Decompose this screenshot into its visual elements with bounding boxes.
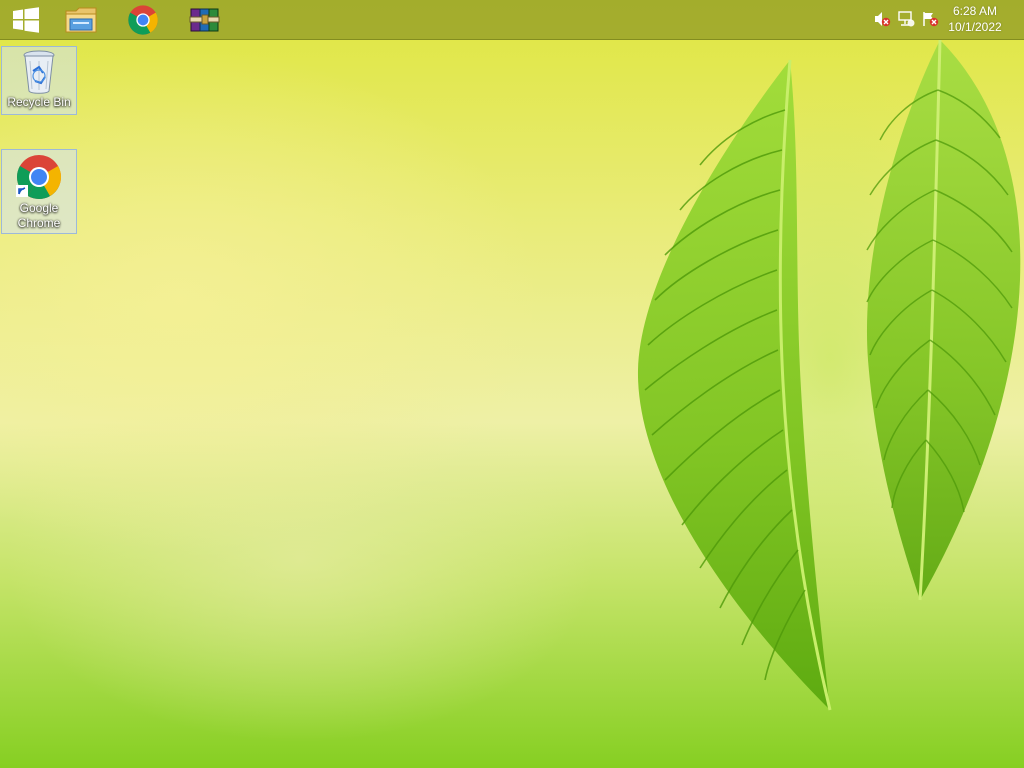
winrar-icon — [189, 8, 220, 32]
desktop-icon-google-chrome[interactable]: Google Chrome — [1, 149, 77, 234]
wallpaper-leaf-right — [866, 39, 1021, 601]
taskbar: 6:28 AM 10/1/2022 — [0, 0, 1024, 40]
desktop-icon-label: Google Chrome — [17, 201, 61, 230]
taskbar-file-explorer-button[interactable] — [55, 0, 107, 40]
chrome-shortcut-icon — [16, 155, 61, 199]
desktop-icon-label: Recycle Bin — [7, 95, 71, 109]
desktop-icon-recycle-bin[interactable]: Recycle Bin — [1, 46, 77, 115]
clock-time: 6:28 AM — [952, 4, 998, 18]
chrome-icon — [128, 5, 158, 35]
action-center-flag-icon[interactable] — [921, 10, 939, 28]
start-button[interactable] — [0, 0, 52, 40]
folder-icon — [65, 7, 97, 33]
windows-logo-icon — [13, 7, 39, 33]
speaker-muted-icon[interactable] — [873, 10, 891, 28]
taskbar-chrome-button[interactable] — [117, 0, 169, 40]
recycle-bin-icon — [23, 50, 55, 94]
wallpaper-leaf-left — [637, 59, 832, 711]
taskbar-clock[interactable]: 6:28 AM 10/1/2022 — [940, 3, 1010, 35]
clock-date: 10/1/2022 — [948, 20, 1002, 34]
desktop[interactable]: Recycle Bin Google Chrome 6:28 AM 10/1/2… — [0, 0, 1024, 768]
network-icon[interactable] — [897, 10, 915, 28]
taskbar-winrar-button[interactable] — [179, 0, 231, 40]
